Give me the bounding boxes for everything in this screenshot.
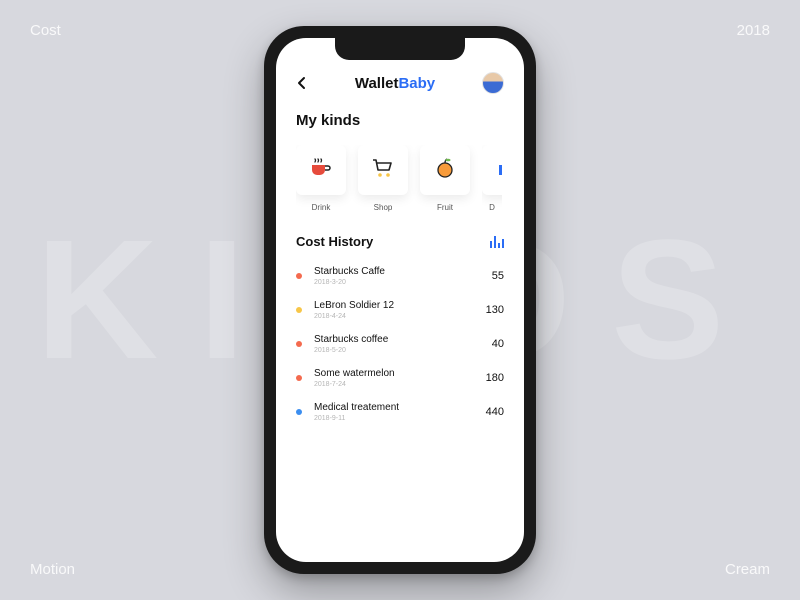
history-name: Starbucks coffee xyxy=(314,334,492,345)
avatar[interactable] xyxy=(482,72,504,94)
kind-shop[interactable]: Shop xyxy=(358,145,408,212)
history-item[interactable]: Medical treatement 2018-9-11 440 xyxy=(296,395,504,429)
phone-notch xyxy=(335,38,465,60)
chart-icon[interactable] xyxy=(490,236,504,248)
history-item[interactable]: Starbucks Caffe 2018-3-20 55 xyxy=(296,259,504,293)
history-date: 2018-4-24 xyxy=(314,313,486,320)
kind-label: Shop xyxy=(358,203,408,212)
history-item[interactable]: LeBron Soldier 12 2018-4-24 130 xyxy=(296,293,504,327)
history-amount: 130 xyxy=(486,304,504,316)
history-amount: 180 xyxy=(486,372,504,384)
history-amount: 440 xyxy=(486,406,504,418)
app-title: WalletBaby xyxy=(355,75,435,92)
kind-drink[interactable]: Drink xyxy=(296,145,346,212)
cost-history-title: Cost History xyxy=(296,234,373,249)
category-dot xyxy=(296,409,302,415)
corner-label-tl: Cost xyxy=(30,22,61,39)
history-amount: 40 xyxy=(492,338,504,350)
cart-icon xyxy=(370,155,396,186)
category-dot xyxy=(296,273,302,279)
category-dot xyxy=(296,307,302,313)
app-title-a: Wallet xyxy=(355,75,399,92)
history-date: 2018-3-20 xyxy=(314,279,492,286)
corner-label-br: Cream xyxy=(725,561,770,578)
category-dot xyxy=(296,375,302,381)
kind-label: D xyxy=(482,203,502,212)
history-list: Starbucks Caffe 2018-3-20 55 LeBron Sold… xyxy=(296,259,504,429)
top-bar: WalletBaby xyxy=(296,72,504,94)
kinds-row[interactable]: Drink Shop Fruit xyxy=(296,145,504,212)
history-date: 2018-9-11 xyxy=(314,415,486,422)
history-item[interactable]: Starbucks coffee 2018-5-20 40 xyxy=(296,327,504,361)
kind-fruit[interactable]: Fruit xyxy=(420,145,470,212)
kind-label: Fruit xyxy=(420,203,470,212)
category-dot xyxy=(296,341,302,347)
history-name: Starbucks Caffe xyxy=(314,266,492,277)
history-date: 2018-7-24 xyxy=(314,381,486,388)
generic-icon xyxy=(494,155,502,186)
app-title-b: Baby xyxy=(398,75,435,92)
history-date: 2018-5-20 xyxy=(314,347,492,354)
history-amount: 55 xyxy=(492,270,504,282)
kind-label: Drink xyxy=(296,203,346,212)
history-item[interactable]: Some watermelon 2018-7-24 180 xyxy=(296,361,504,395)
corner-label-bl: Motion xyxy=(30,561,75,578)
back-icon[interactable] xyxy=(296,76,308,90)
my-kinds-title: My kinds xyxy=(296,112,504,129)
history-name: Some watermelon xyxy=(314,368,486,379)
fruit-icon xyxy=(432,155,458,186)
history-name: LeBron Soldier 12 xyxy=(314,300,486,311)
corner-label-tr: 2018 xyxy=(737,22,770,39)
phone-frame: WalletBaby My kinds Drink xyxy=(264,26,536,574)
history-name: Medical treatement xyxy=(314,402,486,413)
cup-icon xyxy=(308,155,334,186)
kind-partial[interactable]: D xyxy=(482,145,502,212)
phone-screen: WalletBaby My kinds Drink xyxy=(276,38,524,562)
